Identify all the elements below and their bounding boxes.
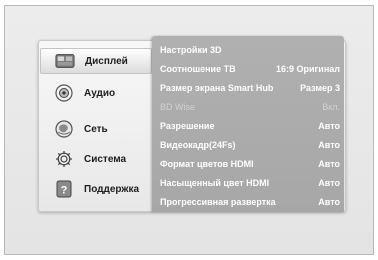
setting-value: Авто — [318, 196, 340, 207]
setting-row-smart-hub-size[interactable]: Размер экрана Smart Hub Размер 3 — [160, 79, 340, 96]
sidebar-item-audio[interactable]: Аудио — [40, 80, 152, 106]
sidebar-item-system[interactable]: Система — [40, 146, 152, 172]
sidebar-item-label: Поддержка — [84, 183, 140, 195]
setting-row-3d[interactable]: Настройки 3D — [160, 41, 340, 58]
setting-value: Авто — [318, 120, 340, 131]
sidebar-item-label: Дисплей — [85, 55, 128, 67]
settings-sidebar: Дисплей Аудио Сеть Система ? Поддержка — [40, 48, 152, 208]
setting-label: Разрешение — [160, 120, 215, 131]
setting-value: Авто — [318, 139, 340, 150]
audio-icon — [54, 84, 74, 102]
setting-row-resolution[interactable]: Разрешение Авто — [160, 117, 340, 134]
setting-row-progressive[interactable]: Прогрессивная развертка Авто — [160, 193, 340, 210]
sidebar-item-display[interactable]: Дисплей — [40, 48, 152, 74]
setting-label: Соотношение ТВ — [160, 63, 236, 74]
setting-label: Формат цветов HDMI — [160, 158, 254, 169]
sidebar-item-support[interactable]: ? Поддержка — [40, 176, 152, 202]
sidebar-item-label: Система — [84, 153, 127, 165]
setting-label: Прогрессивная развертка — [160, 196, 276, 207]
system-gear-icon — [54, 150, 74, 168]
setting-label: Размер экрана Smart Hub — [160, 82, 274, 93]
setting-row-hdmi-deep-color[interactable]: Насыщенный цвет HDMI Авто — [160, 174, 340, 191]
setting-value: Размер 3 — [300, 82, 340, 93]
setting-value: Авто — [318, 158, 340, 169]
setting-label: Видеокадр(24Fs) — [160, 139, 236, 150]
sidebar-item-label: Аудио — [84, 87, 116, 99]
setting-value: Вкл. — [322, 101, 340, 112]
display-icon — [55, 52, 75, 70]
setting-value: Авто — [318, 177, 340, 188]
sidebar-item-network[interactable]: Сеть — [40, 116, 152, 142]
display-settings-panel: Настройки 3D Соотношение ТВ 16:9 Оригина… — [152, 36, 344, 212]
setting-label: BD Wise — [160, 101, 196, 112]
setting-row-tv-aspect[interactable]: Соотношение ТВ 16:9 Оригинал — [160, 60, 340, 77]
sidebar-item-label: Сеть — [84, 123, 108, 135]
setting-row-bd-wise: BD Wise Вкл. — [160, 98, 340, 115]
setting-row-24fs[interactable]: Видеокадр(24Fs) Авто — [160, 136, 340, 153]
setting-row-hdmi-color-format[interactable]: Формат цветов HDMI Авто — [160, 155, 340, 172]
svg-text:?: ? — [61, 185, 68, 197]
setting-label: Настройки 3D — [160, 44, 222, 55]
setting-value: 16:9 Оригинал — [276, 63, 340, 74]
setting-label: Насыщенный цвет HDMI — [160, 177, 270, 188]
network-icon — [54, 120, 74, 138]
support-icon: ? — [54, 180, 74, 198]
